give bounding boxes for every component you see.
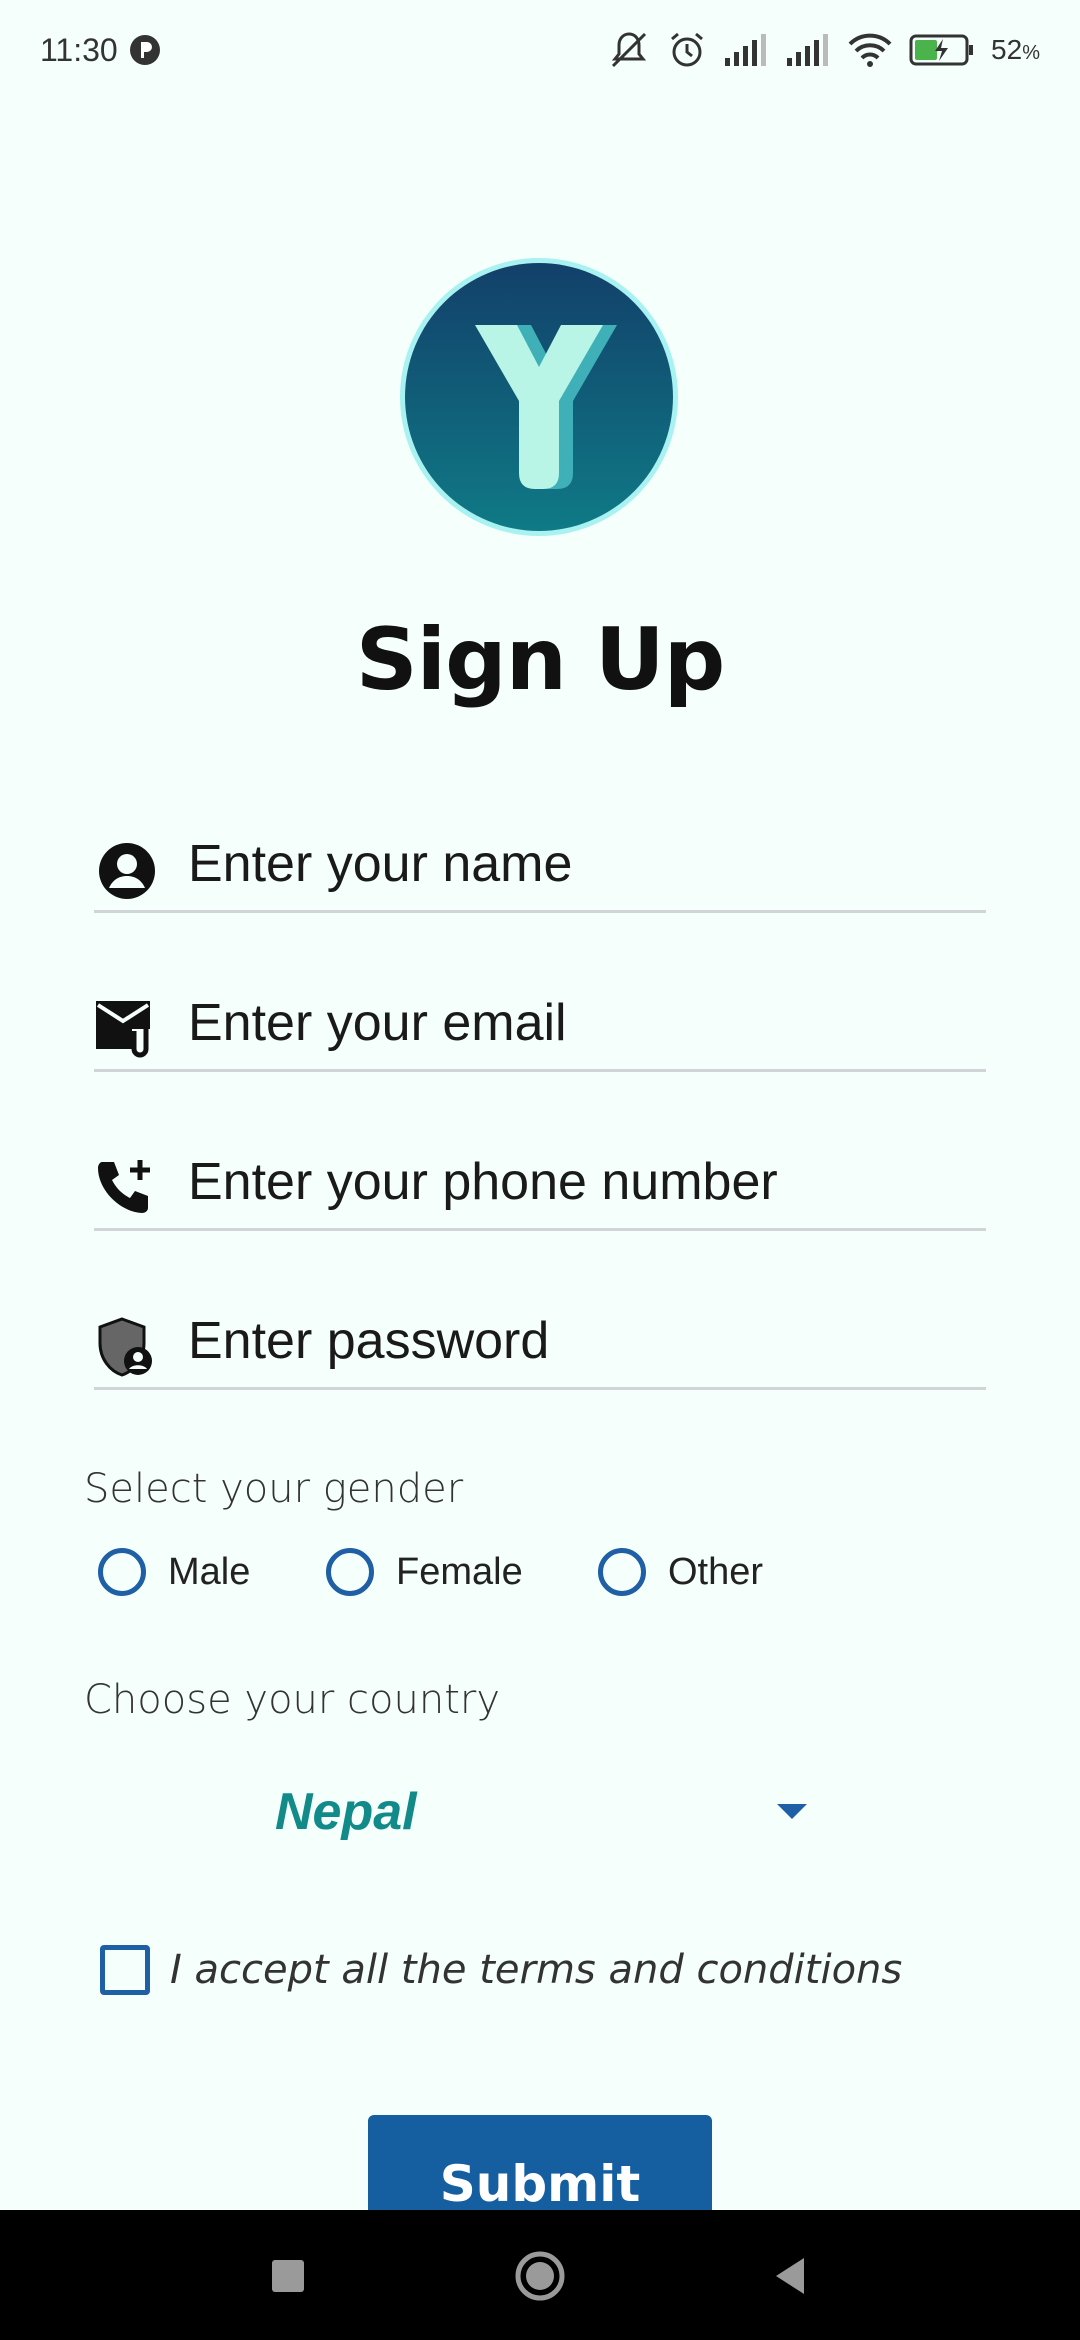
status-left: 11:30	[40, 32, 162, 69]
radio-male[interactable]: Male	[98, 1548, 250, 1596]
country-dropdown[interactable]: Nepal	[270, 1778, 815, 1848]
phone-field[interactable]: Enter your phone number	[94, 1136, 986, 1231]
password-field[interactable]: Enter password	[94, 1295, 986, 1390]
phone-field-placeholder: Enter your phone number	[188, 1153, 778, 1211]
radio-circle[interactable]	[326, 1548, 374, 1596]
radio-label: Other	[668, 1550, 764, 1593]
shield-person-icon	[94, 1315, 160, 1381]
email-field-placeholder: Enter your email	[188, 994, 567, 1052]
country-selected-value: Nepal	[275, 1783, 417, 1841]
radio-circle[interactable]	[98, 1548, 146, 1596]
radio-label: Male	[168, 1550, 251, 1593]
system-navigation-bar	[0, 2210, 1080, 2340]
name-field[interactable]: Enter your name	[94, 818, 986, 913]
signal-icon	[785, 32, 831, 68]
password-field-placeholder: Enter password	[188, 1312, 550, 1370]
status-bar: 11:30 52%	[0, 0, 1080, 100]
radio-circle[interactable]	[598, 1548, 646, 1596]
radio-label: Female	[396, 1550, 523, 1593]
battery-percent: 52%	[991, 34, 1040, 65]
country-label: Choose your country	[84, 1677, 501, 1723]
terms-checkbox[interactable]	[100, 1945, 150, 1995]
recents-icon[interactable]	[262, 2250, 314, 2302]
battery-charging-icon	[909, 33, 975, 67]
account-circle-icon	[94, 838, 160, 904]
notification-dot-icon	[128, 33, 162, 67]
status-right: 52%	[607, 30, 1040, 70]
app-logo	[405, 263, 673, 531]
name-field-placeholder: Enter your name	[188, 835, 573, 893]
signal-icon	[723, 32, 769, 68]
terms-row: I accept all the terms and conditions	[100, 1945, 902, 1995]
wifi-icon	[847, 32, 893, 68]
phone-add-icon	[94, 1156, 160, 1222]
radio-other[interactable]: Other	[598, 1548, 763, 1596]
gender-radio-group: Male Female Other	[98, 1548, 998, 1608]
page-title: Sign Up	[355, 610, 726, 710]
alarm-icon	[667, 30, 707, 70]
back-icon[interactable]	[764, 2250, 816, 2302]
dropdown-arrow-icon[interactable]	[777, 1804, 807, 1819]
status-time: 11:30	[40, 31, 118, 68]
radio-female[interactable]: Female	[326, 1548, 523, 1596]
email-attachment-icon	[94, 997, 160, 1063]
gender-label: Select your gender	[84, 1466, 464, 1512]
terms-label: I accept all the terms and conditions	[170, 1947, 903, 1993]
email-field[interactable]: Enter your email	[94, 977, 986, 1072]
mute-icon	[607, 30, 651, 70]
home-icon[interactable]	[514, 2250, 566, 2302]
